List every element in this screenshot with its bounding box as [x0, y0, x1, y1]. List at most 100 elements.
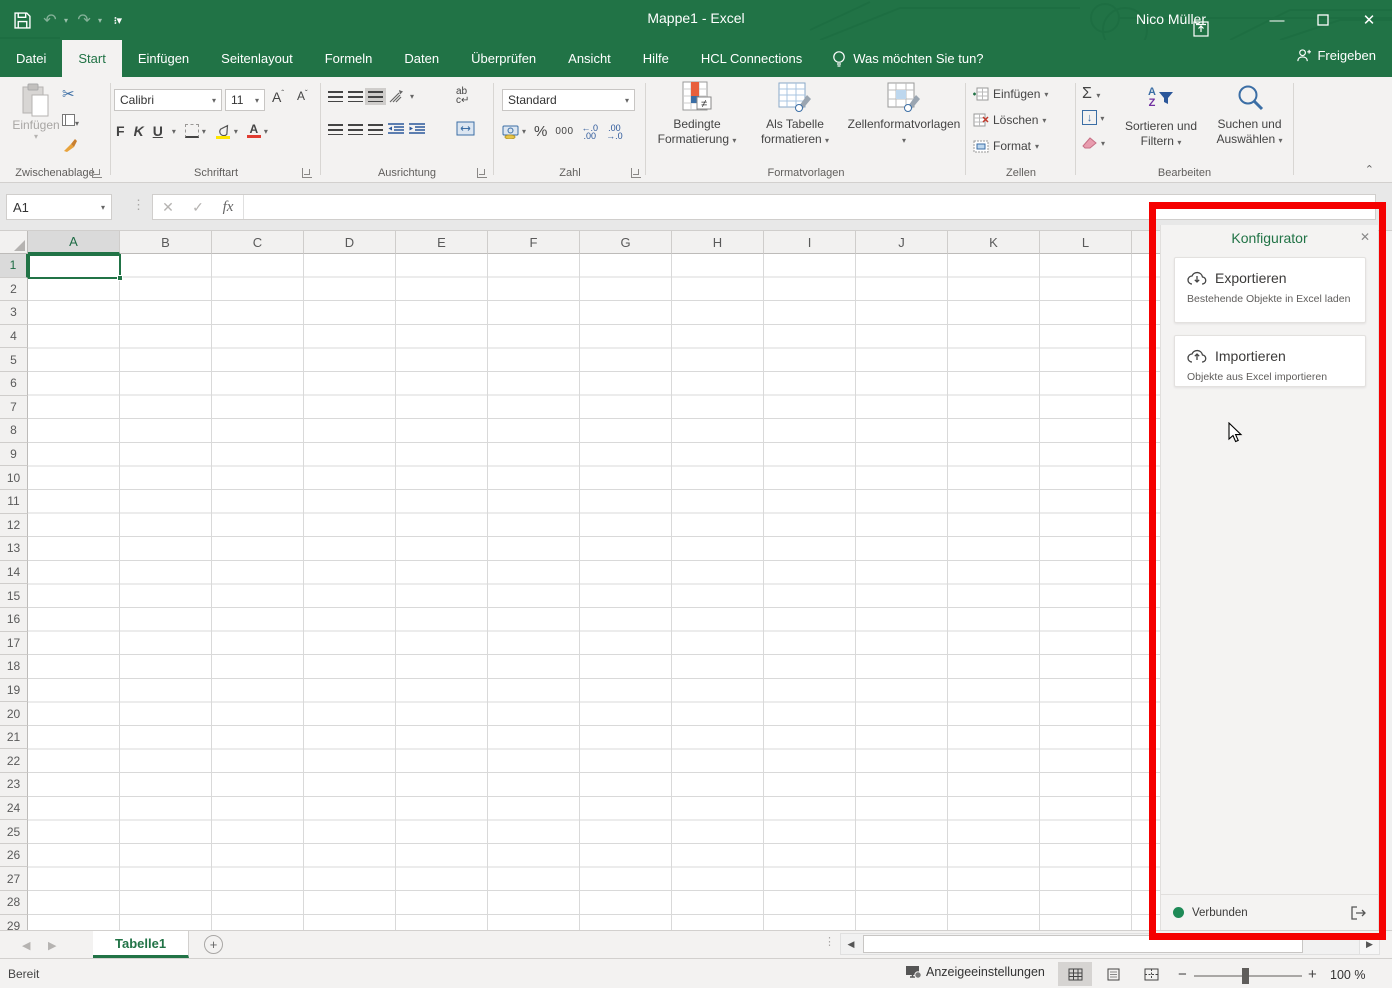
italic-button[interactable]: K — [134, 123, 144, 139]
align-top-icon[interactable] — [328, 91, 343, 102]
font-size-select[interactable]: 11▾ — [225, 89, 265, 111]
column-header-i[interactable]: I — [764, 231, 856, 254]
sort-filter-button[interactable]: AZ Sortieren undFiltern ▾ — [1115, 81, 1207, 150]
align-left-icon[interactable] — [328, 124, 343, 135]
tabbar-splitter[interactable]: ⋮ — [824, 935, 835, 948]
increase-indent-icon[interactable] — [409, 123, 425, 136]
find-select-button[interactable]: Suchen undAuswählen ▾ — [1207, 81, 1292, 148]
row-header-23[interactable]: 23 — [0, 773, 28, 797]
column-header-l[interactable]: L — [1040, 231, 1132, 254]
font-dialog-launcher-icon[interactable] — [302, 168, 312, 178]
cell-area[interactable] — [28, 254, 1192, 930]
close-button[interactable]: ✕ — [1346, 0, 1392, 40]
orientation-caret-icon[interactable]: ▾ — [410, 92, 414, 101]
format-cells-button[interactable]: Format▾ — [973, 139, 1039, 153]
orientation-icon[interactable] — [388, 89, 405, 104]
row-header-12[interactable]: 12 — [0, 514, 28, 538]
sheet-tab-tabelle1[interactable]: Tabelle1 — [93, 931, 189, 958]
pane-close-icon[interactable]: ✕ — [1360, 230, 1370, 244]
percent-style-button[interactable]: % — [534, 123, 547, 140]
confirm-entry-icon[interactable]: ✓ — [183, 199, 213, 216]
cell-styles-button[interactable]: Zellenformatvorlagen▾ — [843, 81, 965, 148]
row-header-15[interactable]: 15 — [0, 584, 28, 608]
row-header-11[interactable]: 11 — [0, 490, 28, 514]
name-box[interactable]: A1▾ — [6, 194, 112, 220]
column-header-b[interactable]: B — [120, 231, 212, 254]
merge-center-button[interactable] — [456, 121, 475, 136]
zoom-out-button[interactable]: − — [1178, 966, 1187, 983]
comma-style-button[interactable]: 000 — [555, 126, 573, 137]
insert-cells-button[interactable]: Einfügen▾ — [973, 87, 1048, 101]
hscroll-right-icon[interactable]: ▶ — [1359, 934, 1379, 954]
row-header-5[interactable]: 5 — [0, 348, 28, 372]
fill-button[interactable]: ↓ ▾ — [1082, 110, 1104, 125]
maximize-button[interactable] — [1300, 0, 1346, 40]
wrap-text-button[interactable]: abc↵ — [456, 87, 469, 105]
zoom-slider-thumb[interactable] — [1242, 968, 1249, 984]
row-header-7[interactable]: 7 — [0, 396, 28, 420]
clear-button[interactable] — [1082, 135, 1098, 149]
export-card[interactable]: Exportieren Bestehende Objekte in Excel … — [1174, 257, 1366, 323]
row-header-25[interactable]: 25 — [0, 820, 28, 844]
tab-ueberpruefen[interactable]: Überprüfen — [455, 40, 552, 77]
page-layout-view-button[interactable] — [1096, 962, 1130, 986]
row-header-24[interactable]: 24 — [0, 797, 28, 821]
underline-button[interactable]: U — [153, 123, 163, 139]
align-middle-icon[interactable] — [348, 91, 363, 102]
column-header-a[interactable]: A — [28, 231, 120, 254]
tab-seitenlayout[interactable]: Seitenlayout — [205, 40, 309, 77]
insert-function-icon[interactable]: fx — [213, 199, 243, 216]
paste-button[interactable]: Einfügen ▾ — [10, 83, 62, 141]
zoom-percentage[interactable]: 100 % — [1330, 968, 1365, 982]
tab-daten[interactable]: Daten — [388, 40, 455, 77]
fill-handle[interactable] — [117, 275, 123, 281]
number-format-select[interactable]: Standard▾ — [502, 89, 635, 111]
conditional-formatting-button[interactable]: ≠ BedingteFormatierung ▾ — [647, 81, 747, 148]
row-header-22[interactable]: 22 — [0, 749, 28, 773]
delete-cells-button[interactable]: Löschen▾ — [973, 113, 1046, 127]
column-header-e[interactable]: E — [396, 231, 488, 254]
format-as-table-button[interactable]: Als Tabelleformatieren ▾ — [749, 81, 841, 148]
alignment-dialog-launcher-icon[interactable] — [477, 168, 487, 178]
zoom-in-button[interactable]: + — [1308, 966, 1317, 983]
accounting-format-button[interactable]: ▾ — [502, 125, 526, 139]
clear-caret-icon[interactable]: ▾ — [1101, 139, 1105, 148]
underline-caret-icon[interactable]: ▾ — [172, 127, 176, 136]
row-header-20[interactable]: 20 — [0, 702, 28, 726]
align-right-icon[interactable] — [368, 124, 383, 135]
tab-ansicht[interactable]: Ansicht — [552, 40, 627, 77]
borders-button[interactable]: ▾ — [185, 124, 206, 138]
row-header-3[interactable]: 3 — [0, 301, 28, 325]
hscroll-left-icon[interactable]: ◀ — [841, 939, 861, 950]
tab-datei[interactable]: Datei — [0, 40, 62, 77]
page-break-view-button[interactable] — [1134, 962, 1168, 986]
tab-einfuegen[interactable]: Einfügen — [122, 40, 205, 77]
tab-hilfe[interactable]: Hilfe — [627, 40, 685, 77]
sheet-nav-next-icon[interactable]: ▶ — [48, 939, 56, 952]
cancel-entry-icon[interactable]: ✕ — [153, 199, 183, 216]
bold-button[interactable]: F — [116, 123, 125, 139]
row-header-6[interactable]: 6 — [0, 372, 28, 396]
vertical-scrollbar[interactable] — [1378, 231, 1392, 930]
share-button[interactable]: Freigeben — [1296, 48, 1376, 63]
normal-view-button[interactable] — [1058, 962, 1092, 986]
tab-start[interactable]: Start — [62, 40, 121, 77]
formula-bar[interactable]: ✕ ✓ fx — [152, 194, 1376, 220]
sheet-nav-prev-icon[interactable]: ◀ — [22, 939, 30, 952]
row-header-26[interactable]: 26 — [0, 844, 28, 868]
format-painter-button[interactable] — [62, 137, 78, 153]
row-header-16[interactable]: 16 — [0, 608, 28, 632]
row-header-13[interactable]: 13 — [0, 537, 28, 561]
expand-formula-bar-icon[interactable]: ▾ — [1363, 201, 1368, 212]
select-all-corner[interactable] — [0, 231, 28, 254]
decrease-indent-icon[interactable] — [388, 123, 404, 136]
add-sheet-button[interactable]: + — [204, 935, 223, 954]
display-settings-button[interactable]: Anzeigeeinstellungen — [905, 965, 1045, 979]
row-header-27[interactable]: 27 — [0, 867, 28, 891]
logout-icon[interactable] — [1350, 906, 1366, 920]
autosum-button[interactable]: Σ ▾ — [1082, 85, 1100, 103]
horizontal-scrollbar[interactable]: ◀ ▶ — [840, 933, 1380, 955]
column-header-h[interactable]: H — [672, 231, 764, 254]
copy-button[interactable]: ▾ — [62, 111, 79, 129]
font-name-select[interactable]: Calibri▾ — [114, 89, 222, 111]
